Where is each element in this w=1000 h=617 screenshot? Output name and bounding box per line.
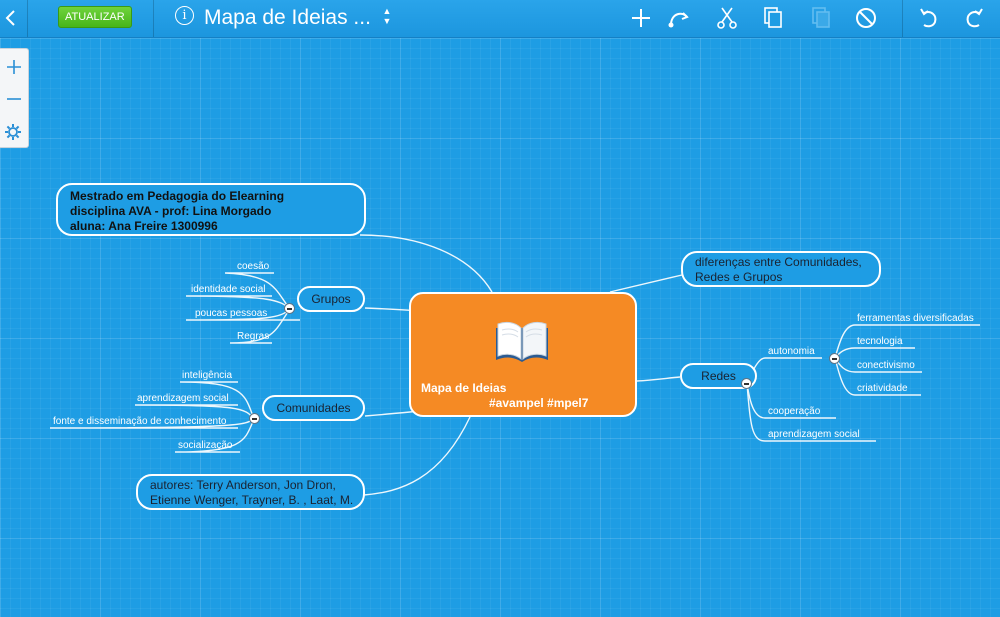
- node-comunidades[interactable]: Comunidades: [262, 395, 365, 421]
- node-comunidades-label: Comunidades: [276, 401, 351, 415]
- leaf-autonomia[interactable]: autonomia: [768, 346, 815, 358]
- info-line-3: aluna: Ana Freire 1300996: [70, 219, 218, 233]
- leaf-conectivismo[interactable]: conectivismo: [857, 360, 915, 372]
- info-line-1: Mestrado em Pedagogia do Elearning: [70, 189, 285, 203]
- node-grupos-label: Grupos: [311, 292, 351, 306]
- collapse-toggle-icon[interactable]: [829, 353, 840, 364]
- leaf-inteligencia[interactable]: inteligência: [182, 370, 232, 382]
- info-node[interactable]: Mestrado em Pedagogia do Elearning disci…: [56, 183, 366, 236]
- diferencas-line-1: diferenças entre Comunidades,: [695, 255, 862, 269]
- central-node[interactable]: Mapa de Ideias #avampel #mpel7: [409, 292, 637, 417]
- autores-line-1: autores: Terry Anderson, Jon Dron,: [150, 478, 336, 492]
- leaf-cooperacao[interactable]: cooperação: [768, 406, 820, 418]
- leaf-poucas-pessoas[interactable]: poucas pessoas: [195, 308, 267, 320]
- collapse-toggle-icon[interactable]: [249, 413, 260, 424]
- diferencas-line-2: Redes e Grupos: [695, 270, 783, 284]
- central-hashtags: #avampel #mpel7: [489, 396, 589, 410]
- leaf-aprendizagem-social[interactable]: aprendizagem social: [137, 393, 229, 405]
- collapse-toggle-icon[interactable]: [741, 378, 752, 389]
- leaf-tecnologia[interactable]: tecnologia: [857, 336, 903, 348]
- leaf-fonte-disseminacao[interactable]: fonte e disseminação de conhecimento: [53, 416, 226, 428]
- central-title: Mapa de Ideias: [421, 381, 507, 395]
- node-grupos[interactable]: Grupos: [297, 286, 365, 312]
- collapse-toggle-icon[interactable]: [284, 303, 295, 314]
- node-diferencas[interactable]: diferenças entre Comunidades, Redes e Gr…: [681, 251, 881, 287]
- leaf-identidade-social[interactable]: identidade social: [191, 284, 266, 296]
- autores-line-2: Etienne Wenger, Trayner, B. , Laat, M.: [150, 493, 354, 507]
- leaf-socializacao[interactable]: socialização: [178, 440, 232, 452]
- node-autores[interactable]: autores: Terry Anderson, Jon Dron, Etien…: [136, 474, 365, 510]
- book-icon: [492, 316, 552, 366]
- leaf-regras[interactable]: Regras: [237, 331, 269, 343]
- leaf-coesao[interactable]: coesão: [237, 261, 269, 273]
- leaf-criatividade[interactable]: criatividade: [857, 383, 908, 395]
- leaf-aprendizagem-social-redes[interactable]: aprendizagem social: [768, 429, 860, 441]
- leaf-ferramentas-diversificadas[interactable]: ferramentas diversificadas: [857, 313, 974, 325]
- info-line-2: disciplina AVA - prof: Lina Morgado: [70, 204, 272, 218]
